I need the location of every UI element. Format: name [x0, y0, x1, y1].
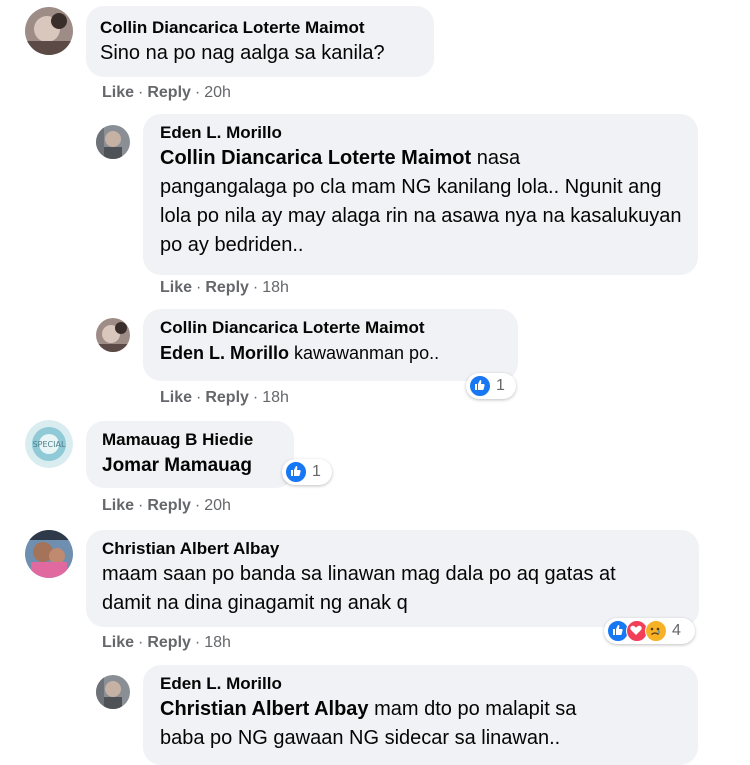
timestamp[interactable]: 20h	[204, 497, 231, 514]
like-button[interactable]: Like	[160, 389, 192, 406]
timestamp[interactable]: 18h	[262, 389, 289, 406]
comment-bubble: Eden L. Morillo Christian Albert Albay m…	[143, 665, 698, 765]
timestamp[interactable]: 20h	[204, 84, 231, 101]
reaction-count: 4	[672, 622, 681, 639]
comment-actions: Like · Reply · 18h	[102, 634, 231, 651]
comment-bubble: Collin Diancarica Loterte Maimot Eden L.…	[143, 309, 518, 381]
reaction-summary[interactable]: 1	[466, 373, 516, 399]
reply-button[interactable]: Reply	[205, 389, 249, 406]
comment-author[interactable]: Christian Albert Albay	[102, 538, 685, 560]
comment-text: Collin Diancarica Loterte Maimot nasa pan…	[160, 147, 682, 256]
mention-link[interactable]: Christian Albert Albay	[160, 698, 369, 720]
reply-button[interactable]: Reply	[147, 84, 191, 101]
comment-author[interactable]: Collin Diancarica Loterte Maimot	[100, 17, 420, 39]
svg-text:SPECIAL: SPECIAL	[33, 440, 66, 449]
like-button[interactable]: Like	[102, 497, 134, 514]
reply-button[interactable]: Reply	[147, 497, 191, 514]
avatar[interactable]	[25, 7, 73, 55]
comment-bubble: Mamauag B Hiedie Jomar Mamauag	[86, 421, 294, 488]
timestamp[interactable]: 18h	[204, 634, 231, 651]
comment-actions: Like · Reply · 20h	[102, 497, 231, 514]
comment-author[interactable]: Eden L. Morillo	[160, 673, 684, 695]
avatar[interactable]	[96, 125, 130, 159]
comment-author[interactable]: Collin Diancarica Loterte Maimot	[160, 317, 504, 339]
comment-author[interactable]: Mamauag B Hiedie	[102, 429, 280, 451]
comment-text: Sino na po nag aalga sa kanila?	[100, 42, 385, 64]
mention-link[interactable]: Jomar Mamauag	[102, 455, 252, 476]
avatar[interactable]	[96, 675, 130, 709]
reply-button[interactable]: Reply	[147, 634, 191, 651]
comment-text: Eden L. Morillo kawawanman po..	[160, 343, 440, 363]
reaction-count: 1	[496, 377, 505, 394]
comment-actions: Like · Reply · 18h	[160, 389, 289, 406]
comment-text: maam saan po banda sa linawan mag dala p…	[102, 563, 616, 614]
like-reaction-icon	[469, 375, 491, 397]
reaction-summary[interactable]: 1	[282, 459, 332, 485]
comment-text: Jomar Mamauag	[102, 451, 280, 480]
avatar[interactable]: SPECIAL	[25, 420, 73, 468]
comment-actions: Like · Reply · 20h	[102, 84, 231, 101]
mention-link[interactable]: Eden L. Morillo	[160, 343, 289, 363]
like-button[interactable]: Like	[102, 634, 134, 651]
reply-button[interactable]: Reply	[205, 279, 249, 296]
comment-bubble: Eden L. Morillo Collin Diancarica Lotert…	[143, 114, 698, 275]
like-button[interactable]: Like	[160, 279, 192, 296]
mention-link[interactable]: Collin Diancarica Loterte Maimot	[160, 147, 471, 169]
comment-author[interactable]: Eden L. Morillo	[160, 122, 684, 144]
avatar[interactable]	[25, 530, 73, 578]
like-button[interactable]: Like	[102, 84, 134, 101]
comment-bubble: Collin Diancarica Loterte Maimot Sino na…	[86, 6, 434, 77]
comment-bubble: Christian Albert Albay maam saan po band…	[86, 530, 699, 627]
reaction-summary[interactable]: 4	[604, 618, 695, 644]
sad-reaction-icon	[645, 620, 667, 642]
comment-text: Christian Albert Albay mam dto po malapi…	[160, 698, 577, 749]
comment-actions: Like · Reply · 18h	[160, 279, 289, 296]
reaction-count: 1	[312, 463, 321, 480]
like-reaction-icon	[285, 461, 307, 483]
timestamp[interactable]: 18h	[262, 279, 289, 296]
avatar[interactable]	[96, 318, 130, 352]
